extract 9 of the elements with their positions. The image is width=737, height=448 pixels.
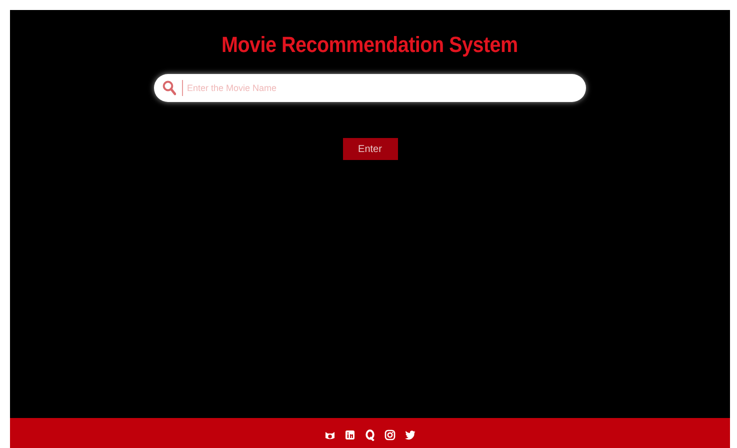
page-title: Movie Recommendation System [222,32,518,58]
bird-icon[interactable] [404,429,416,441]
q-shape-icon[interactable] [364,429,376,441]
cat-face-icon[interactable] [324,429,336,441]
rounded-square-icon[interactable] [344,429,356,441]
enter-button[interactable]: Enter [342,138,398,160]
search-field[interactable]: Enter the Movie Name [154,74,586,102]
camera-icon[interactable] [384,429,396,441]
search-icon [162,80,176,96]
